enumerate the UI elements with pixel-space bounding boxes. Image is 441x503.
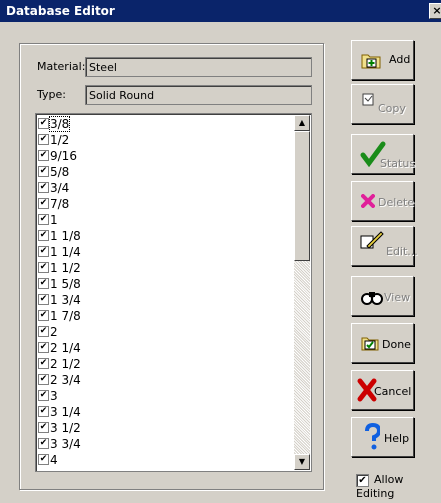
- cancel-button[interactable]: Cancel: [351, 370, 414, 410]
- list-item[interactable]: ✔ 1 1/4: [38, 244, 293, 260]
- checkbox-icon[interactable]: ✔: [38, 310, 49, 321]
- type-field: Solid Round: [85, 85, 312, 105]
- list-item-label: 1 7/8: [50, 309, 81, 323]
- list-item[interactable]: ✔ 3 1/4: [38, 404, 293, 420]
- list-item[interactable]: ✔ 1 1/2: [38, 260, 293, 276]
- list-item-label: 3/8: [48, 116, 71, 132]
- list-item-label: 3 3/4: [50, 437, 81, 451]
- list-item[interactable]: ✔ 1 1/8: [38, 228, 293, 244]
- size-listbox[interactable]: ✔ 3/8 ✔ 1/2 ✔ 9/16 ✔ 5/8 ✔ 3/4 ✔ 7/8 ✔ 1 ✔ 1 1/8 ✔ 1 1/4 ✔…: [35, 113, 312, 472]
- list-item[interactable]: ✔ 4: [38, 452, 293, 468]
- list-item-label: 5/8: [50, 165, 70, 179]
- list-item-label: 2 1/4: [50, 341, 81, 355]
- list-item-label: 1 1/8: [50, 229, 81, 243]
- help-question-icon: [365, 423, 380, 450]
- list-item-label: 3 1/4: [50, 405, 81, 419]
- list-item[interactable]: ✔ 2: [38, 324, 293, 340]
- checkbox-icon[interactable]: ✔: [38, 422, 49, 433]
- checkbox-icon[interactable]: ✔: [38, 198, 49, 209]
- status-button[interactable]: Status: [351, 134, 415, 174]
- checkbox-icon[interactable]: ✔: [38, 342, 49, 353]
- checkbox-icon[interactable]: ✔: [38, 326, 49, 337]
- list-item[interactable]: ✔ 1: [38, 212, 293, 228]
- checkbox-icon[interactable]: ✔: [38, 262, 49, 273]
- done-button[interactable]: Done: [351, 323, 414, 363]
- checkbox-icon[interactable]: ✔: [38, 166, 49, 177]
- checkbox-icon[interactable]: ✔: [38, 454, 49, 465]
- window-title: Database Editor: [6, 4, 115, 18]
- checkbox-icon[interactable]: ✔: [38, 230, 49, 241]
- list-item[interactable]: ✔ 1 7/8: [38, 308, 293, 324]
- scrollbar[interactable]: ▲ ▼: [294, 115, 310, 470]
- list-item[interactable]: ✔ 3 3/4: [38, 436, 293, 452]
- material-field: Steel: [85, 57, 312, 77]
- checkbox-icon[interactable]: ✔: [38, 246, 49, 257]
- list-item[interactable]: ✔ 3/4: [38, 180, 293, 196]
- list-item-label: 9/16: [50, 149, 77, 163]
- checkbox-icon[interactable]: ✔: [38, 358, 49, 369]
- checkbox-icon[interactable]: ✔: [38, 182, 49, 193]
- list-item-label: 4: [50, 453, 58, 467]
- list-item-label: 1 3/4: [50, 293, 81, 307]
- list-item-label: 7/8: [50, 197, 70, 211]
- list-item[interactable]: ✔ 1 3/4: [38, 292, 293, 308]
- done-check-icon: [361, 337, 379, 351]
- edit-pencil-icon: [360, 231, 384, 249]
- view-button[interactable]: View: [351, 276, 414, 316]
- checkbox-icon[interactable]: ✔: [38, 406, 49, 417]
- list-item[interactable]: ✔ 3 1/2: [38, 420, 293, 436]
- list-item-label: 1 5/8: [50, 277, 81, 291]
- checkbox-icon[interactable]: ✔: [38, 118, 49, 129]
- list-item-label: 2 3/4: [50, 373, 81, 387]
- list-item-label: 1/2: [50, 133, 70, 147]
- add-button[interactable]: Add: [351, 40, 414, 80]
- allow-editing-checkbox[interactable]: ✔ Allow Editing: [356, 473, 441, 500]
- close-icon[interactable]: ×: [429, 3, 441, 19]
- list-item[interactable]: ✔ 1/2: [38, 132, 293, 148]
- list-item[interactable]: ✔ 3: [38, 388, 293, 404]
- delete-x-icon: [361, 194, 375, 208]
- scroll-down-icon[interactable]: ▼: [294, 454, 310, 470]
- allow-editing-check-icon[interactable]: ✔: [356, 473, 369, 487]
- list-item-label: 1 1/4: [50, 245, 81, 259]
- list-item-label: 1 1/2: [50, 261, 81, 275]
- checkbox-icon[interactable]: ✔: [38, 438, 49, 449]
- database-editor-window: Database Editor × Material: Steel Type: …: [0, 0, 441, 503]
- list-item-label: 2 1/2: [50, 357, 81, 371]
- edit-button[interactable]: Edit...: [351, 226, 418, 266]
- size-list: ✔ 3/8 ✔ 1/2 ✔ 9/16 ✔ 5/8 ✔ 3/4 ✔ 7/8 ✔ 1 ✔ 1 1/8 ✔ 1 1/4 ✔…: [38, 116, 293, 468]
- checkbox-icon[interactable]: ✔: [38, 374, 49, 385]
- list-item[interactable]: ✔ 2 1/4: [38, 340, 293, 356]
- list-item[interactable]: ✔ 3/8: [38, 116, 293, 132]
- checkbox-icon[interactable]: ✔: [38, 294, 49, 305]
- checkbox-icon[interactable]: ✔: [38, 150, 49, 161]
- add-folder-icon: [361, 54, 381, 69]
- checkbox-icon[interactable]: ✔: [38, 134, 49, 145]
- help-button[interactable]: Help: [351, 417, 414, 457]
- delete-button[interactable]: Delete: [351, 181, 414, 221]
- checkbox-icon[interactable]: ✔: [38, 214, 49, 225]
- list-item[interactable]: ✔ 2 1/2: [38, 356, 293, 372]
- checkbox-icon[interactable]: ✔: [38, 390, 49, 401]
- list-item[interactable]: ✔ 9/16: [38, 148, 293, 164]
- scroll-up-icon[interactable]: ▲: [294, 115, 310, 131]
- list-item[interactable]: ✔ 1 5/8: [38, 276, 293, 292]
- material-label: Material:: [37, 60, 86, 73]
- list-item[interactable]: ✔ 5/8: [38, 164, 293, 180]
- list-item-label: 1: [50, 213, 58, 227]
- copy-icon: [362, 93, 374, 106]
- list-item-label: 2: [50, 325, 58, 339]
- list-item-label: 3 1/2: [50, 421, 81, 435]
- list-item[interactable]: ✔ 2 3/4: [38, 372, 293, 388]
- list-item-label: 3: [50, 389, 58, 403]
- checkbox-icon[interactable]: ✔: [38, 278, 49, 289]
- scroll-thumb[interactable]: [294, 131, 310, 261]
- binoculars-icon: [361, 292, 383, 305]
- title-bar: Database Editor ×: [0, 0, 441, 22]
- type-label: Type:: [37, 88, 66, 101]
- list-item[interactable]: ✔ 7/8: [38, 196, 293, 212]
- copy-button[interactable]: Copy: [351, 84, 414, 124]
- list-item-label: 3/4: [50, 181, 70, 195]
